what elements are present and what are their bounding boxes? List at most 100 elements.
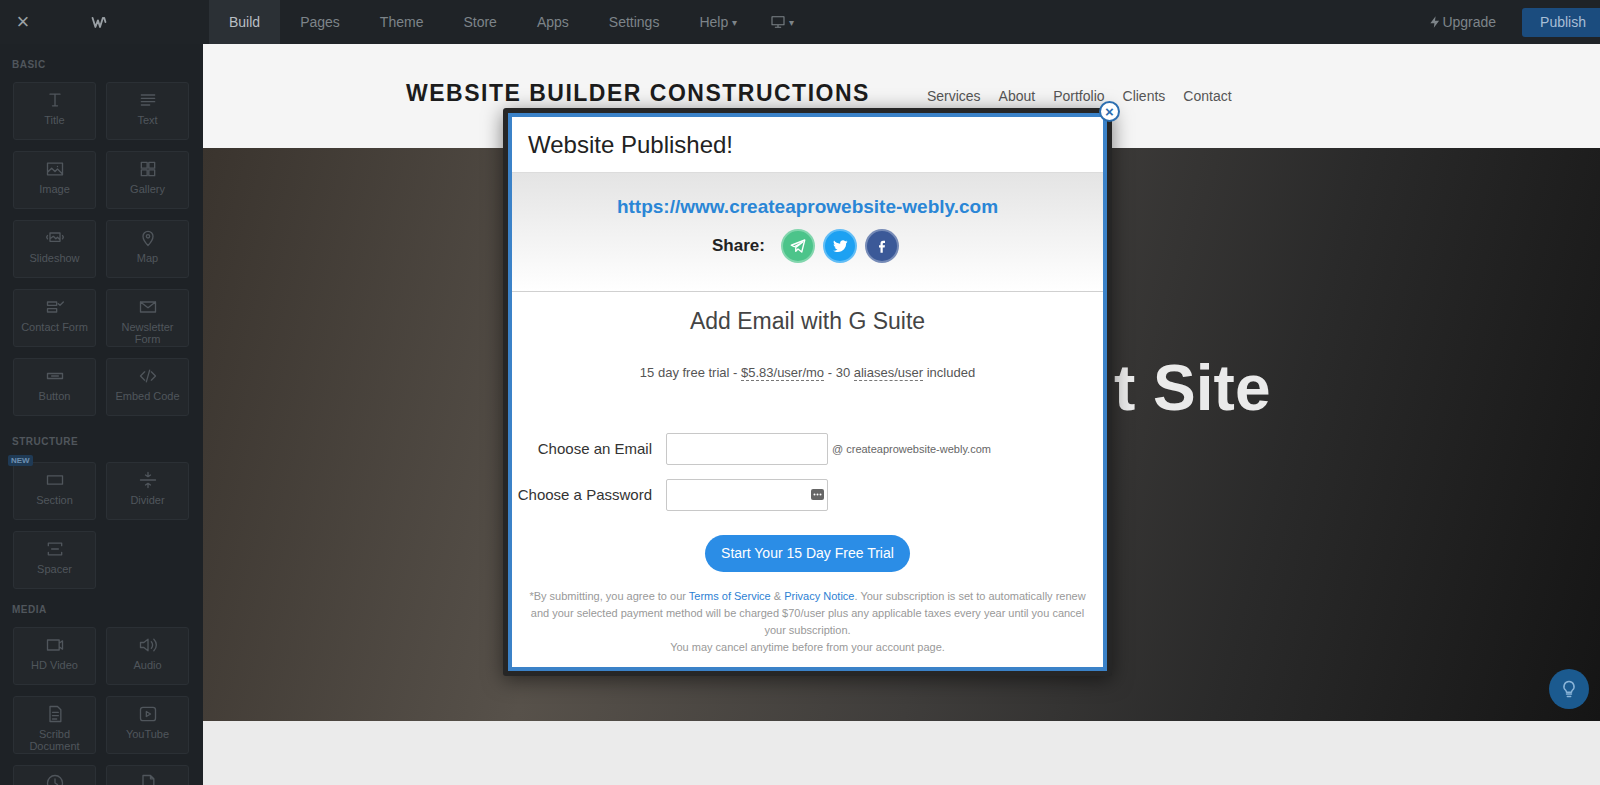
publish-label[interactable]: Publish: [1540, 12, 1586, 33]
publish-button[interactable]: Publish: [1522, 8, 1600, 37]
site-nav-link[interactable]: Services: [927, 86, 981, 107]
nav-tab-label[interactable]: Pages: [300, 12, 340, 33]
spacer-icon[interactable]: [44, 539, 66, 559]
tile-label[interactable]: Gallery: [126, 183, 169, 195]
sidebar-tile[interactable]: Text: [106, 82, 189, 140]
slideshow-icon[interactable]: [44, 228, 66, 248]
sidebar-tile[interactable]: Spacer: [13, 531, 96, 589]
close-dialog-button[interactable]: ×: [1099, 101, 1120, 122]
gallery-icon[interactable]: [137, 159, 159, 179]
tile-label[interactable]: Newsletter Form: [107, 321, 188, 345]
sidebar-tile[interactable]: YouTube: [106, 696, 189, 754]
sidebar-tile[interactable]: Divider: [106, 462, 189, 520]
site-nav-link[interactable]: About: [999, 86, 1036, 107]
sidebar-tile[interactable]: Audio: [106, 627, 189, 685]
divider-icon[interactable]: [137, 470, 159, 490]
image-icon[interactable]: [44, 159, 66, 179]
tile-label[interactable]: Title: [40, 114, 68, 126]
nav-tab-label[interactable]: Help: [699, 12, 728, 33]
lightbulb-icon[interactable]: [1549, 669, 1589, 709]
nav-tab-label[interactable]: Store: [463, 12, 496, 33]
sidebar-tile[interactable]: Image: [13, 151, 96, 209]
tile-label[interactable]: Divider: [126, 494, 168, 506]
caret-icon[interactable]: ▾: [732, 15, 737, 30]
tile-label[interactable]: Embed Code: [111, 390, 183, 402]
sidebar-tile[interactable]: [13, 765, 96, 785]
map-pin-icon[interactable]: [137, 228, 159, 248]
site-nav-link[interactable]: Contact: [1183, 86, 1231, 107]
sidebar-tile[interactable]: Newsletter Form: [106, 289, 189, 347]
button-icon[interactable]: [44, 366, 66, 386]
site-url-link[interactable]: https://www.createaprowebsite-webly.com: [617, 195, 998, 219]
section-icon[interactable]: [44, 470, 66, 490]
nav-tab-label[interactable]: Build: [229, 12, 260, 33]
lightning-icon[interactable]: [1428, 14, 1442, 30]
sidebar-tile[interactable]: Map: [106, 220, 189, 278]
speaker-icon[interactable]: [137, 635, 159, 655]
tile-label[interactable]: Spacer: [33, 563, 76, 575]
sidebar-tile[interactable]: Button: [13, 358, 96, 416]
video-icon[interactable]: [44, 635, 66, 655]
envelope-icon[interactable]: [137, 297, 159, 317]
policy-link[interactable]: Terms of Service: [689, 590, 771, 602]
password-manager-icon[interactable]: [811, 489, 824, 500]
sidebar-tile[interactable]: HD Video: [13, 627, 96, 685]
site-nav-link[interactable]: Portfolio: [1053, 86, 1104, 107]
weebly-logo-icon[interactable]: [46, 12, 154, 32]
file-icon[interactable]: [137, 773, 159, 785]
policy-link[interactable]: Privacy Notice: [784, 590, 854, 602]
sidebar-tile[interactable]: Embed Code: [106, 358, 189, 416]
code-icon[interactable]: [137, 366, 159, 386]
tile-label[interactable]: Section: [32, 494, 77, 506]
text-icon[interactable]: [137, 90, 159, 110]
tile-label[interactable]: Button: [35, 390, 75, 402]
hero-title: t Site: [1114, 353, 1270, 423]
tile-label[interactable]: Contact Form: [17, 321, 92, 333]
tile-label[interactable]: Scribd Document: [14, 728, 95, 752]
sidebar-tile[interactable]: [106, 765, 189, 785]
youtube-icon[interactable]: [137, 704, 159, 724]
device-switcher[interactable]: ▾: [769, 14, 794, 30]
sidebar-tile[interactable]: Contact Form: [13, 289, 96, 347]
nav-tab[interactable]: Apps: [517, 0, 589, 44]
sidebar-tile[interactable]: Section: [13, 462, 96, 520]
nav-tab[interactable]: Theme: [360, 0, 444, 44]
tile-label[interactable]: Text: [133, 114, 161, 126]
upgrade-label[interactable]: Upgrade: [1442, 12, 1496, 33]
tile-label[interactable]: Slideshow: [25, 252, 83, 264]
email-input[interactable]: [666, 433, 828, 465]
site-nav-link[interactable]: Clients: [1123, 86, 1166, 107]
caret-icon[interactable]: ▾: [789, 15, 794, 30]
nav-tab[interactable]: Build: [209, 0, 280, 44]
nav-tab[interactable]: Pages: [280, 0, 360, 44]
title-icon[interactable]: [44, 90, 66, 110]
document-icon[interactable]: [44, 704, 66, 724]
close-editor-button[interactable]: ×: [0, 11, 46, 33]
tile-label[interactable]: Audio: [129, 659, 165, 671]
sidebar-tile[interactable]: Scribd Document: [13, 696, 96, 754]
sidebar-tile[interactable]: Gallery: [106, 151, 189, 209]
nav-tab[interactable]: Help ▾: [679, 0, 757, 44]
upgrade-link[interactable]: Upgrade: [1428, 12, 1496, 33]
url-section: https://www.createaprowebsite-webly.comS…: [512, 173, 1103, 292]
clock-icon[interactable]: [44, 773, 66, 785]
twitter-share-icon[interactable]: [823, 229, 857, 263]
facebook-share-icon[interactable]: [865, 229, 899, 263]
tile-label[interactable]: Image: [35, 183, 74, 195]
start-trial-button[interactable]: Start Your 15 Day Free Trial: [705, 535, 910, 572]
monitor-icon[interactable]: [769, 14, 787, 30]
nav-tab[interactable]: Store: [443, 0, 516, 44]
tile-label[interactable]: HD Video: [27, 659, 82, 671]
password-input[interactable]: [666, 479, 828, 511]
sidebar-tile[interactable]: Title: [13, 82, 96, 140]
nav-tab[interactable]: Settings: [589, 0, 680, 44]
nav-tab-label[interactable]: Theme: [380, 12, 424, 33]
tile-label[interactable]: YouTube: [122, 728, 173, 740]
sidebar-tile[interactable]: Slideshow: [13, 220, 96, 278]
telegram-share-icon[interactable]: [781, 229, 815, 263]
nav-tab-label[interactable]: Apps: [537, 12, 569, 33]
tile-label[interactable]: Map: [133, 252, 162, 264]
form-icon[interactable]: [44, 297, 66, 317]
site-title[interactable]: WEBSITE BUILDER CONSTRUCTIONS: [406, 76, 870, 111]
nav-tab-label[interactable]: Settings: [609, 12, 660, 33]
